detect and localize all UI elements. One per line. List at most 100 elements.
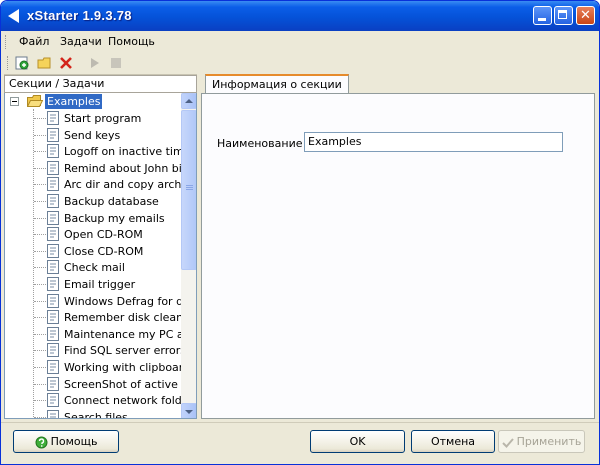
sections-caption: Секции / Задачи xyxy=(4,75,197,93)
tree-item-label: Remember disk cleanu... xyxy=(64,311,181,325)
scroll-down-button[interactable] xyxy=(181,403,196,418)
task-icon xyxy=(47,326,59,341)
tree-connector xyxy=(34,217,46,219)
task-icon xyxy=(47,277,59,291)
scroll-up-button[interactable] xyxy=(181,93,196,109)
tree-item-label: Close CD-ROM xyxy=(64,244,144,258)
tree-connector xyxy=(34,317,46,319)
task-icon xyxy=(47,160,59,175)
tree-item-label: Remind about John bir... xyxy=(64,161,181,175)
delete-icon xyxy=(60,57,72,69)
app-window: xStarter 1.9.3.78 ✕ Файл Задачи Помощь С… xyxy=(0,0,600,465)
tree-connector xyxy=(34,201,46,202)
stop-icon xyxy=(111,58,121,68)
tree-item-label: Start program xyxy=(64,112,142,125)
tree-item-label: Email trigger xyxy=(64,278,136,291)
tree-connector xyxy=(34,167,46,169)
help-label: Помощь xyxy=(50,435,98,448)
app-icon[interactable] xyxy=(8,9,19,23)
folder-icon xyxy=(37,57,51,69)
tab-section-info[interactable]: Информация о секции xyxy=(205,74,349,94)
tree-connector xyxy=(34,416,46,418)
tree-content: Examples Start program Send keys Logoff on… xyxy=(5,93,181,419)
tree-item[interactable]: Close CD-ROM xyxy=(5,243,181,260)
thumb-grip xyxy=(186,187,193,188)
play-icon xyxy=(91,58,99,68)
help-button[interactable]: Помощь xyxy=(13,430,119,453)
close-button[interactable]: ✕ xyxy=(576,6,595,25)
minimize-button[interactable] xyxy=(533,6,552,25)
task-icon xyxy=(47,409,59,418)
tree-item[interactable]: Backup database xyxy=(5,193,181,210)
menu-help[interactable]: Помощь xyxy=(108,35,155,48)
stop-button[interactable] xyxy=(109,56,123,70)
tab-strip: Информация о секции xyxy=(201,74,596,94)
apply-button[interactable]: Применить xyxy=(498,430,585,453)
menu-bar: Файл Задачи Помощь xyxy=(1,32,599,51)
name-field[interactable]: Examples xyxy=(304,132,563,152)
tree-connector xyxy=(34,400,46,402)
task-icon xyxy=(47,343,59,358)
tree-item[interactable]: Check mail xyxy=(5,259,181,276)
tree-item[interactable]: Remind about John bir... xyxy=(5,160,181,177)
tree-root[interactable]: Examples xyxy=(5,93,181,110)
tree-item-label: Windows Defrag for di... xyxy=(64,294,181,308)
maximize-button[interactable] xyxy=(554,6,573,25)
ok-button[interactable]: OK xyxy=(310,430,405,453)
toolbar xyxy=(4,53,197,75)
tree-item-label: Logoff on inactive time xyxy=(64,145,181,159)
tree-item-label: Search files xyxy=(64,410,128,419)
tree-item[interactable]: Logoff on inactive time xyxy=(5,143,181,160)
tree-connector xyxy=(34,184,46,186)
run-button[interactable] xyxy=(88,56,102,70)
tree-item[interactable]: Find SQL server errors xyxy=(5,342,181,359)
menu-tasks[interactable]: Задачи xyxy=(60,35,102,48)
task-icon xyxy=(47,194,59,208)
tree-item[interactable]: Remember disk cleanu... xyxy=(5,309,181,326)
new-section-button[interactable] xyxy=(37,56,51,70)
open-folder-icon xyxy=(27,95,43,107)
sections-pane: Секции / Задачи Examples Start program Se… xyxy=(4,53,197,419)
scroll-thumb[interactable] xyxy=(181,110,196,270)
window-title: xStarter 1.9.3.78 xyxy=(27,8,132,23)
tree-item[interactable]: Connect network folders xyxy=(5,392,181,409)
tree-item[interactable]: Email trigger xyxy=(5,276,181,293)
tree-item[interactable]: ScreenShot of active ... xyxy=(5,376,181,393)
new-task-icon xyxy=(15,56,29,70)
toolbar-grip xyxy=(7,56,11,70)
details-pane: Информация о секции Наименование Example… xyxy=(201,53,596,419)
tree-item[interactable]: Working with clipboard... xyxy=(5,359,181,376)
task-tree[interactable]: Examples Start program Send keys Logoff on… xyxy=(4,93,197,419)
tree-item[interactable]: Backup my emails xyxy=(5,210,181,227)
task-icon xyxy=(47,260,59,275)
tree-connector xyxy=(34,383,46,385)
tree-item[interactable]: Maintenance my PC an... xyxy=(5,326,181,343)
name-label: Наименование xyxy=(217,137,303,150)
tree-item[interactable]: Start program xyxy=(5,110,181,127)
tree-scrollbar[interactable] xyxy=(181,93,196,418)
task-icon xyxy=(47,227,59,242)
apply-label: Применить xyxy=(516,435,582,448)
tree-item[interactable]: Arc dir and copy archive xyxy=(5,176,181,193)
maximize-icon xyxy=(558,10,567,19)
tree-item[interactable]: Search files xyxy=(5,409,181,419)
tree-connector xyxy=(34,333,46,335)
tree-item-label: Arc dir and copy archive xyxy=(64,178,181,192)
tree-connector xyxy=(34,284,46,285)
collapse-icon[interactable] xyxy=(10,97,19,106)
cancel-button[interactable]: Отмена xyxy=(411,430,495,453)
checkmark-icon xyxy=(501,437,514,448)
chevron-up-icon xyxy=(185,99,193,103)
delete-button[interactable] xyxy=(59,56,73,70)
tree-connector xyxy=(34,134,46,136)
new-task-button[interactable] xyxy=(7,56,29,70)
tree-item[interactable]: Send keys xyxy=(5,127,181,144)
tree-connector xyxy=(34,151,46,153)
minimize-icon xyxy=(538,18,546,21)
tree-item[interactable]: Open CD-ROM xyxy=(5,226,181,243)
task-icon xyxy=(47,127,59,142)
tree-item[interactable]: Windows Defrag for di... xyxy=(5,293,181,310)
tree-item-label: Backup database xyxy=(64,195,159,208)
menu-file[interactable]: Файл xyxy=(19,35,49,48)
title-bar[interactable]: xStarter 1.9.3.78 ✕ xyxy=(1,1,599,31)
